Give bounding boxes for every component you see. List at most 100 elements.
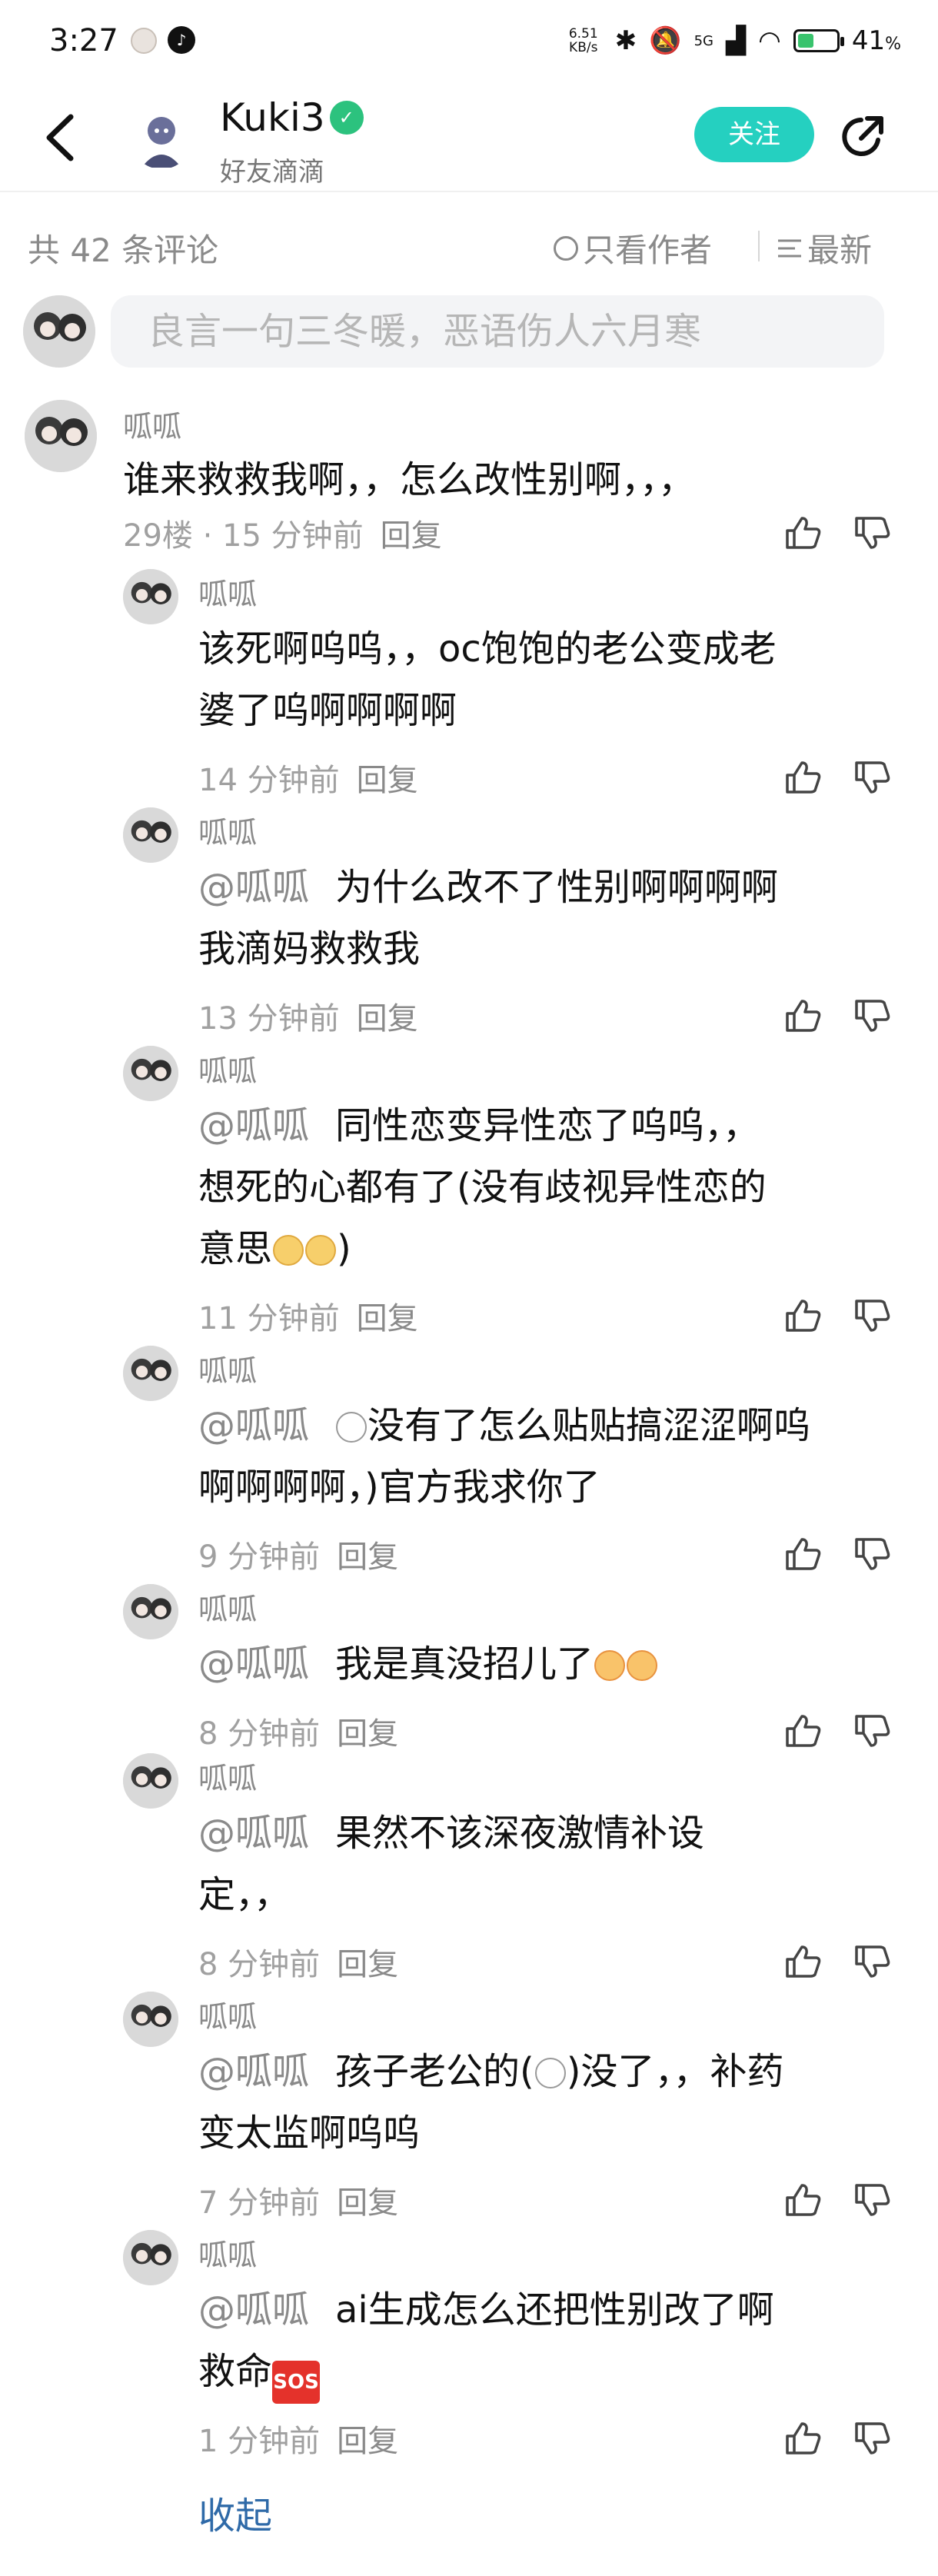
thumbs-up-icon[interactable] [784, 997, 823, 1035]
thumbs-down-icon[interactable] [853, 758, 892, 797]
commenter-name[interactable]: 呱呱 [198, 1347, 257, 1390]
thumbs-down-icon[interactable] [853, 1712, 892, 1750]
mention-link[interactable]: @呱呱 [198, 1104, 309, 1147]
comment-line: 果然不该深夜激情补设 [335, 1812, 705, 1855]
commenter-avatar[interactable] [123, 1753, 178, 1809]
radio-icon [554, 235, 578, 261]
collapse-replies-button[interactable]: 收起 [198, 2485, 272, 2539]
reply-button[interactable]: 回复 [357, 763, 418, 798]
commenter-avatar[interactable] [123, 1584, 178, 1639]
thumbs-down-icon[interactable] [853, 1296, 892, 1335]
comment-line: 意思 [198, 1227, 273, 1270]
author-name[interactable]: Kuki3 ✓ [220, 95, 364, 140]
thumbs-up-icon[interactable] [784, 758, 823, 797]
reply-comment: 呱呱 @呱呱 ai生成怎么还把性别改了啊 救命SOS 1 分钟前 回复 [0, 2230, 938, 2461]
comment-time: 1 分钟前 [198, 2424, 321, 2459]
battery-level [797, 34, 813, 48]
comment-line: 啊啊啊啊，)官方我求你了 [198, 1466, 600, 1509]
battery-icon [793, 29, 844, 52]
reply-button[interactable]: 回复 [357, 1001, 418, 1037]
comment-line: ai生成怎么还把性别改了啊 [335, 2288, 774, 2331]
comment-line: 为什么改不了性别啊啊啊啊 [335, 866, 779, 909]
commenter-avatar[interactable] [123, 1346, 178, 1401]
thumbs-down-icon[interactable] [853, 514, 892, 552]
thumbs-up-icon[interactable] [784, 2181, 823, 2219]
signal-icon: ▟ [726, 25, 747, 56]
comment-text: 该死啊呜呜，，oc饱饱的老公变成老 婆了呜啊啊啊啊 [198, 618, 777, 741]
thumbs-up-icon[interactable] [784, 1942, 823, 1981]
commenter-name[interactable]: 呱呱 [198, 1047, 257, 1090]
comment-line: 孩子老公的( [335, 2050, 534, 2093]
avatar-image [123, 1753, 178, 1809]
back-button[interactable] [38, 111, 85, 165]
comment-line: 同性恋变异性恋了呜呜，， [335, 1104, 760, 1147]
reply-button[interactable]: 回复 [337, 1947, 398, 1982]
commenter-avatar[interactable] [123, 2230, 178, 2285]
sort-label: 最新 [807, 231, 873, 269]
comment-meta: 8 分钟前 回复 [198, 1709, 398, 1753]
thumbs-down-icon[interactable] [853, 1942, 892, 1981]
thumbs-up-icon[interactable] [784, 1535, 823, 1573]
bluetooth-icon: ✱ [614, 25, 637, 56]
commenter-name[interactable]: 呱呱 [198, 1586, 257, 1628]
commenter-name[interactable]: 呱呱 [198, 809, 257, 851]
comment-count: 共 42 条评论 [28, 231, 219, 269]
comment-meta: 7 分钟前 回复 [198, 2178, 398, 2222]
comment-input[interactable]: 良言一句三冬暖，恶语伤人六月寒 [111, 295, 884, 368]
back-arrow-icon [46, 114, 74, 161]
avatar-image [123, 807, 178, 863]
mention-link[interactable]: @呱呱 [198, 1404, 309, 1447]
reply-button[interactable]: 回复 [337, 1716, 398, 1752]
thumbs-down-icon[interactable] [853, 2181, 892, 2219]
thumbs-up-icon[interactable] [784, 1712, 823, 1750]
wifi-icon: ◠ [758, 25, 781, 56]
comment-meta: 11 分钟前 回复 [198, 1293, 418, 1338]
commenter-avatar[interactable] [25, 400, 97, 472]
reply-button[interactable]: 回复 [337, 1539, 398, 1575]
comment-line-tail: ) [337, 1227, 351, 1270]
thumbs-up-icon[interactable] [784, 1296, 823, 1335]
commenter-name[interactable]: 呱呱 [198, 2232, 257, 2274]
author-avatar[interactable] [131, 108, 192, 169]
comment-line: 没有了怎么贴贴搞涩涩啊呜 [368, 1404, 811, 1447]
thumbs-down-icon[interactable] [853, 1535, 892, 1573]
mention-link[interactable]: @呱呱 [198, 866, 309, 909]
sort-toggle[interactable]: 最新 [777, 225, 872, 271]
commenter-avatar[interactable] [123, 1992, 178, 2047]
reply-comment: 呱呱 @呱呱 我是真没招儿了 8 分钟前 回复 [0, 1584, 938, 1753]
commenter-name[interactable]: 呱呱 [123, 403, 181, 445]
follow-button[interactable]: 关注 [694, 107, 814, 162]
comment-line: 定，， [198, 1873, 291, 1916]
comment-line: 想死的心都有了(没有歧视异性恋的 [198, 1166, 767, 1209]
reply-button[interactable]: 回复 [337, 2424, 398, 2459]
reply-comment: 呱呱 @呱呱 孩子老公的()没了，，补药 变太监啊呜呜 7 分钟前 回复 [0, 1992, 938, 2222]
my-avatar-image [23, 295, 95, 368]
thumbs-up-icon[interactable] [784, 514, 823, 552]
comment-time: 14 分钟前 [198, 763, 340, 798]
comment-meta: 29楼 · 15 分钟前 回复 [123, 511, 442, 555]
commenter-avatar[interactable] [123, 569, 178, 624]
commenter-name[interactable]: 呱呱 [198, 1993, 257, 2035]
comment-line: 该死啊呜呜，，oc饱饱的老公变成老 [198, 627, 777, 671]
thumbs-down-icon[interactable] [853, 2419, 892, 2458]
mention-link[interactable]: @呱呱 [198, 1642, 309, 1686]
top-comment: 呱呱 谁来救救我啊，，怎么改性别啊，，， 29楼 · 15 分钟前 回复 [0, 400, 938, 554]
avatar-image [123, 2230, 178, 2285]
commenter-avatar[interactable] [123, 807, 178, 863]
thumbs-down-icon[interactable] [853, 997, 892, 1035]
reply-button[interactable]: 回复 [357, 1301, 418, 1336]
reply-button[interactable]: 回复 [381, 518, 442, 554]
commenter-avatar[interactable] [123, 1046, 178, 1101]
author-only-toggle[interactable]: 只看作者 [554, 225, 712, 271]
thumbs-up-icon[interactable] [784, 2419, 823, 2458]
mention-link[interactable]: @呱呱 [198, 1812, 309, 1855]
mention-link[interactable]: @呱呱 [198, 2050, 309, 2093]
mention-link[interactable]: @呱呱 [198, 2288, 309, 2331]
reply-comment: 呱呱 @呱呱 同性恋变异性恋了呜呜，， 想死的心都有了(没有歧视异性恋的 意思) … [0, 1046, 938, 1338]
commenter-name[interactable]: 呱呱 [198, 571, 257, 613]
comment-meta: 13 分钟前 回复 [198, 993, 418, 1038]
reply-button[interactable]: 回复 [337, 2185, 398, 2221]
commenter-name[interactable]: 呱呱 [198, 1755, 257, 1797]
share-button[interactable] [838, 112, 887, 161]
mute-icon: 🔕 [649, 25, 682, 56]
